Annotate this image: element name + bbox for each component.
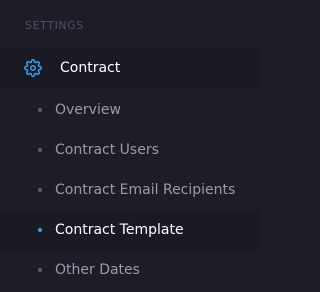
menu-item-contract[interactable]: Contract (0, 48, 261, 88)
menu-item-contract-label: Contract (60, 60, 121, 76)
bullet-icon (38, 228, 42, 232)
settings-sidebar: SETTINGS Contract Overview Contract User… (0, 0, 261, 292)
submenu-item-contract-users[interactable]: Contract Users (0, 130, 261, 170)
submenu-item-contract-template[interactable]: Contract Template (0, 210, 261, 250)
submenu-item-label: Contract Template (55, 222, 184, 238)
bullet-icon (38, 188, 42, 192)
bullet-icon (38, 268, 42, 272)
submenu-item-other-dates[interactable]: Other Dates (0, 250, 261, 290)
section-header: SETTINGS (25, 19, 84, 32)
submenu-item-label: Contract Email Recipients (55, 182, 236, 198)
submenu-item-label: Overview (55, 102, 121, 118)
submenu-item-contract-email-recipients[interactable]: Contract Email Recipients (0, 170, 261, 210)
gear-icon (24, 59, 42, 77)
submenu-item-label: Contract Users (55, 142, 159, 158)
bullet-icon (38, 148, 42, 152)
bullet-icon (38, 108, 42, 112)
submenu-item-overview[interactable]: Overview (0, 90, 261, 130)
submenu-item-label: Other Dates (55, 262, 140, 278)
